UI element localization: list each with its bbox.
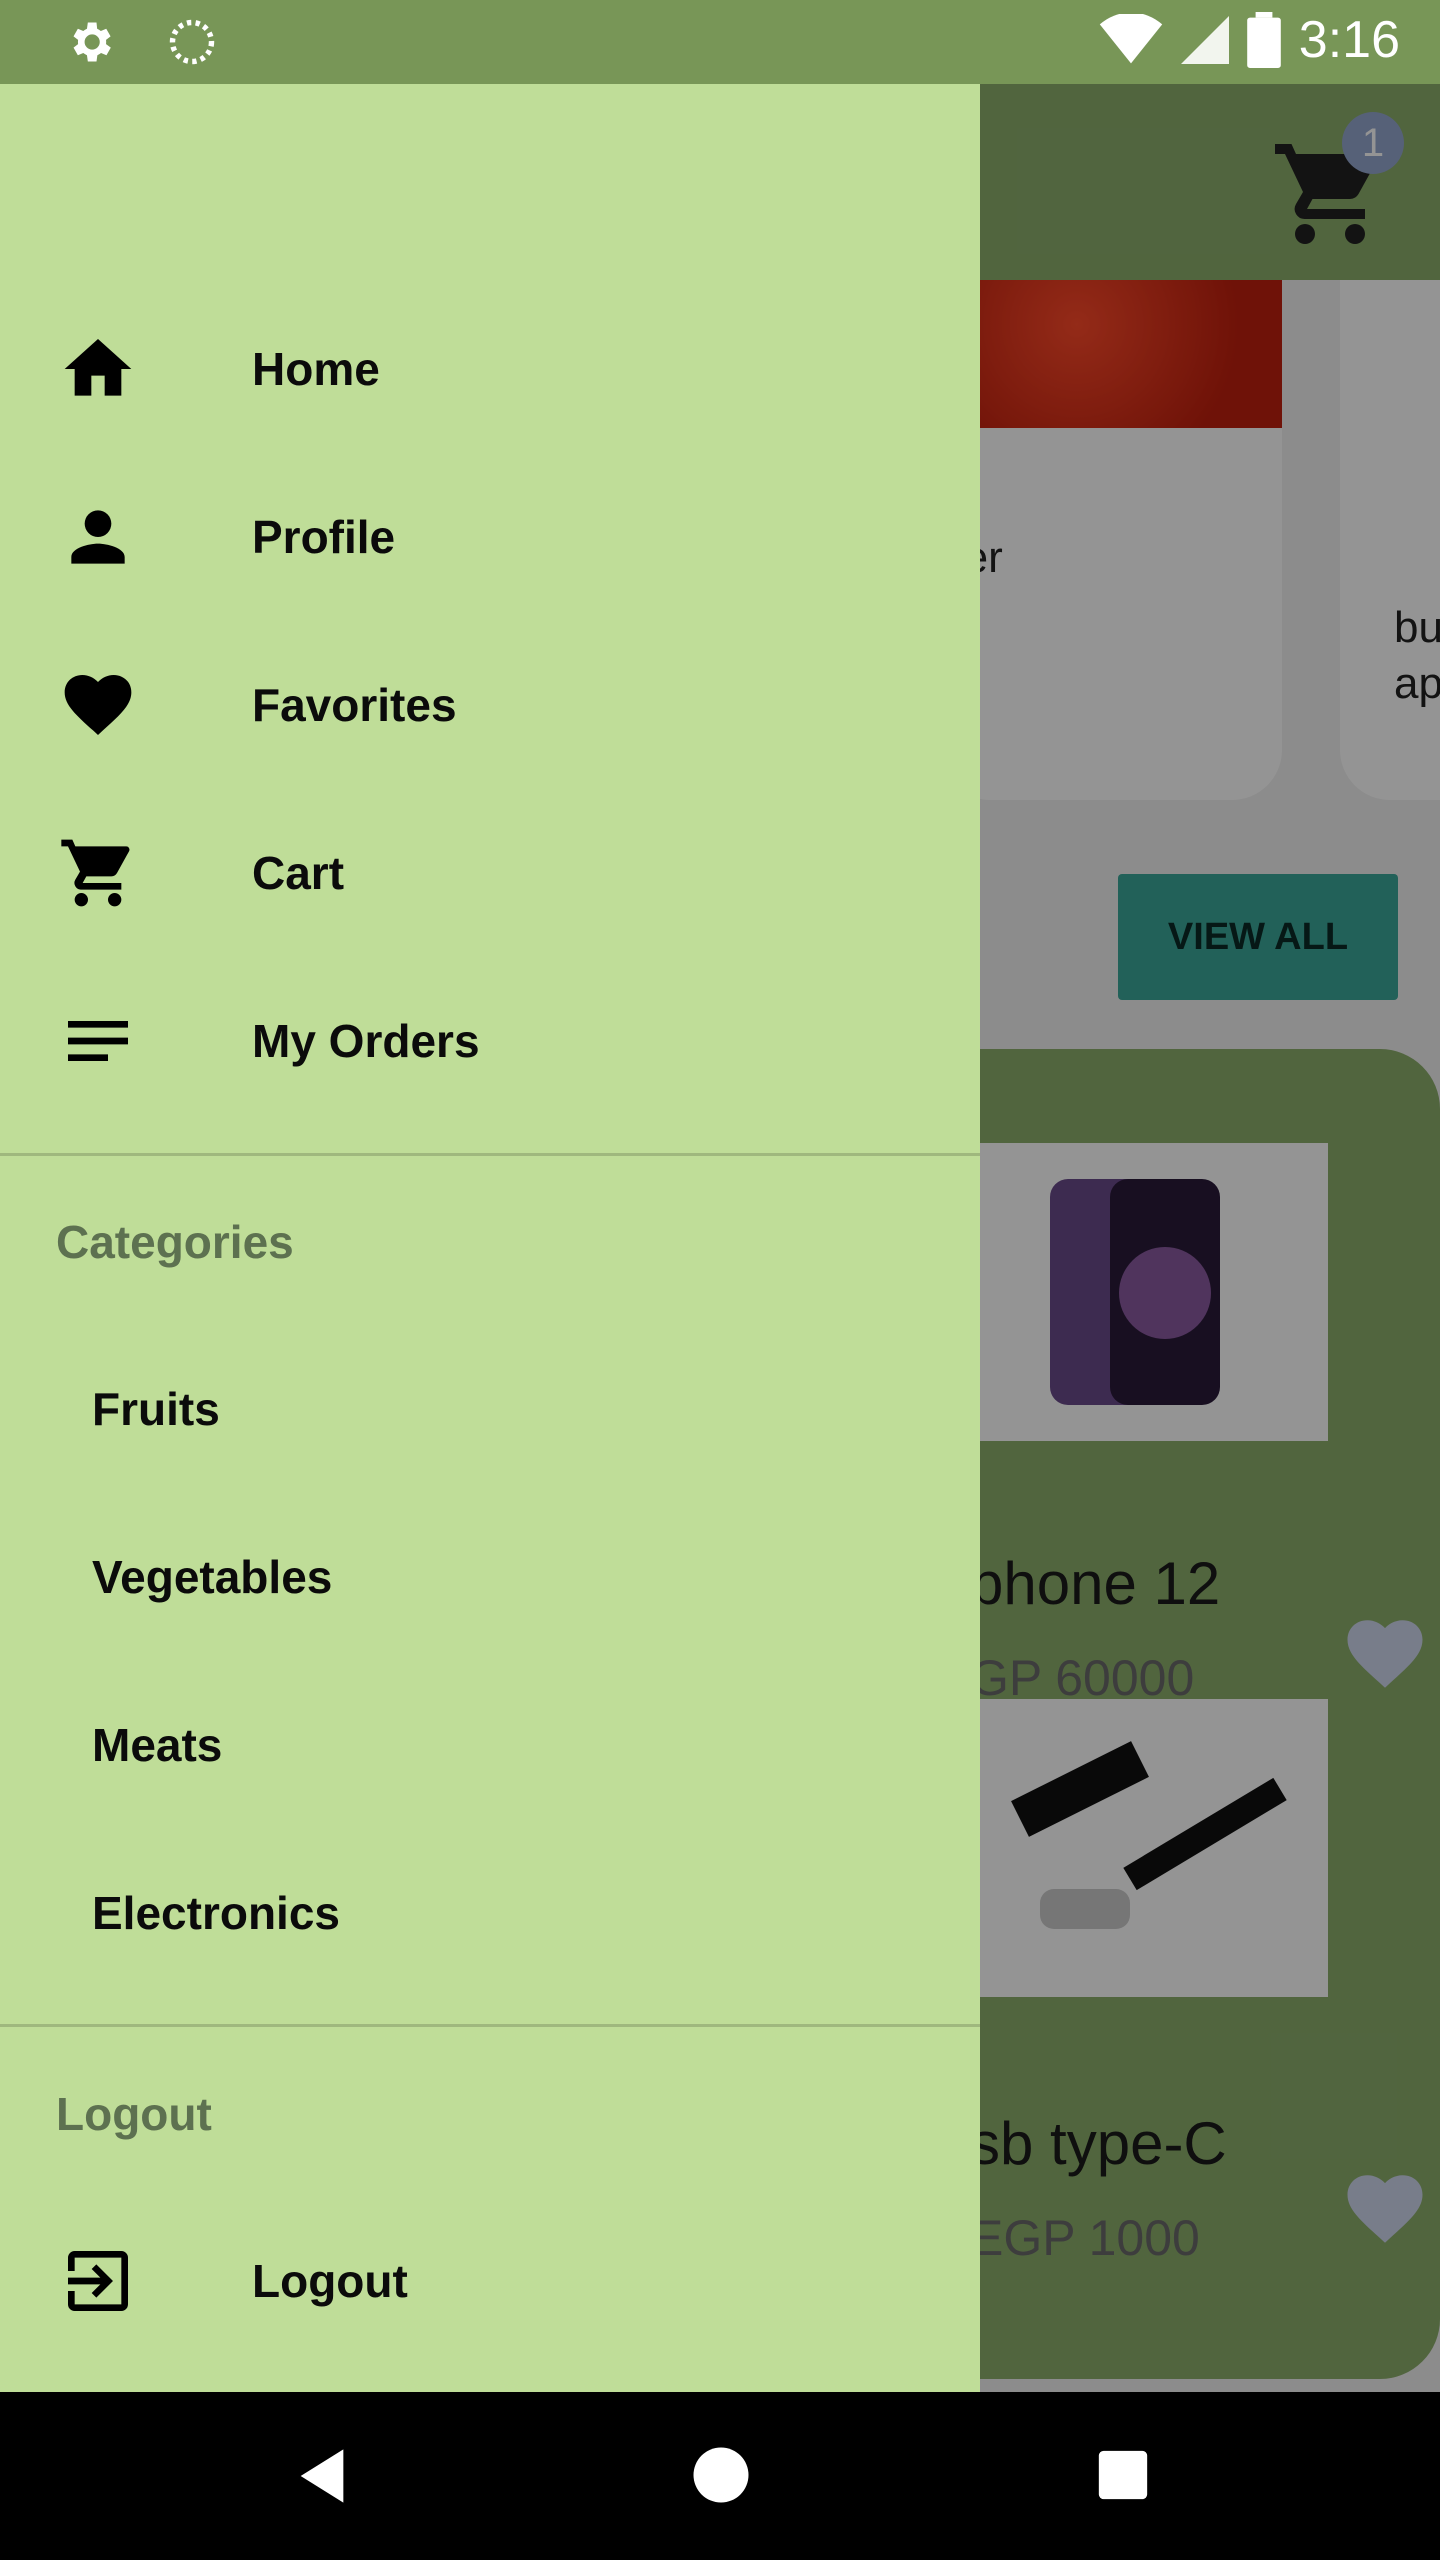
sync-icon: [169, 19, 215, 65]
drawer-item-label: Profile: [252, 511, 396, 563]
drawer-item-my-orders[interactable]: My Orders: [0, 957, 980, 1125]
back-icon[interactable]: [290, 2444, 354, 2508]
drawer-item-label: Electronics: [92, 1887, 340, 1939]
drawer-item-profile[interactable]: Profile: [0, 453, 980, 621]
cart-icon: [61, 839, 130, 907]
drawer-item-label: Meats: [92, 1719, 223, 1771]
person-icon: [71, 510, 125, 564]
drawer-item-label: Home: [252, 343, 380, 395]
system-nav-bar: [0, 2392, 1440, 2560]
battery-icon: [1246, 12, 1281, 68]
drawer-item-label: Fruits: [92, 1383, 220, 1435]
settings-icon: [73, 22, 111, 62]
recents-icon[interactable]: [1094, 2446, 1152, 2504]
drawer-item-vegetables[interactable]: Vegetables: [0, 1493, 980, 1661]
categories-section-title: Categories: [56, 1216, 294, 1268]
drawer-item-logout[interactable]: Logout: [0, 2197, 980, 2365]
drawer-item-label: Logout: [252, 2255, 408, 2307]
signal-icon: [1180, 16, 1229, 64]
drawer-item-home[interactable]: Home: [0, 285, 980, 453]
navigation-drawer: Home Profile Favorites Cart My Orders Ca…: [0, 84, 980, 2392]
status-time: 3:16: [1298, 11, 1400, 69]
home-icon: [64, 339, 132, 396]
heart-icon: [64, 675, 132, 735]
drawer-item-meats[interactable]: Meats: [0, 1661, 980, 1829]
drawer-item-favorites[interactable]: Favorites: [0, 621, 980, 789]
drawer-item-label: Favorites: [252, 679, 457, 731]
status-bar: 3:16: [0, 0, 1440, 84]
drawer-divider: [0, 2024, 980, 2027]
drawer-item-electronics[interactable]: Electronics: [0, 1829, 980, 1997]
drawer-item-label: My Orders: [252, 1015, 480, 1067]
drawer-item-label: Cart: [252, 847, 345, 899]
drawer-item-cart[interactable]: Cart: [0, 789, 980, 957]
drawer-item-label: Vegetables: [92, 1551, 333, 1603]
logout-section-title: Logout: [56, 2088, 212, 2140]
drawer-item-fruits[interactable]: Fruits: [0, 1325, 980, 1493]
drawer-divider: [0, 1153, 980, 1156]
home-circle-icon[interactable]: [688, 2442, 754, 2508]
wifi-icon: [1099, 14, 1162, 64]
orders-list-icon: [68, 1021, 128, 1061]
logout-icon: [68, 2251, 128, 2311]
